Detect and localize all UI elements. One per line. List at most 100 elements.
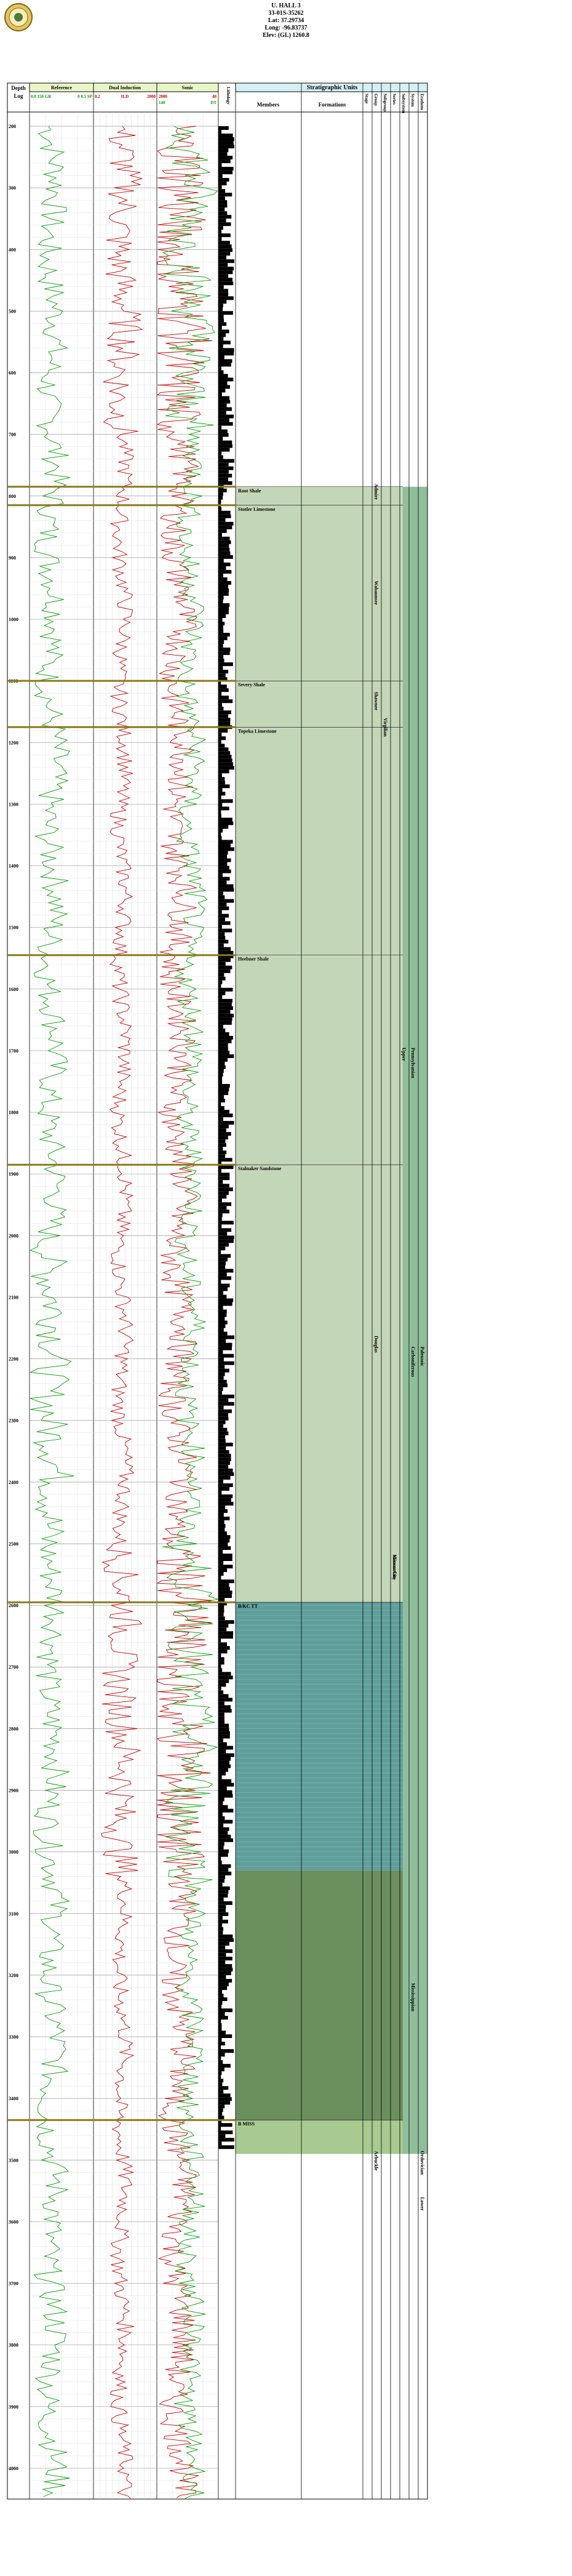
lithology-bar (218, 1768, 229, 1772)
lithology-bar (218, 991, 226, 995)
ind-scale-mid: ILD (121, 94, 129, 99)
lithology-bar (218, 580, 231, 585)
lithology-bar (218, 2034, 232, 2039)
lithology-bar (218, 758, 232, 763)
lithology-bar (218, 2090, 224, 2094)
lithology-bar (218, 2060, 223, 2064)
lithology-bar (218, 2093, 231, 2098)
member-label-1: Stotler Limestone (238, 507, 276, 512)
lithology-bar (218, 1683, 226, 1687)
lithology-bar (218, 1324, 226, 1328)
lithology-bar (218, 182, 227, 186)
lithology-bar (218, 1742, 227, 1746)
lithology-bar (218, 821, 234, 825)
lithology-bar (218, 1531, 228, 1535)
lithology-bar (218, 1269, 234, 1273)
lithology-bar (218, 1091, 229, 1096)
lithology-bar (218, 625, 223, 630)
lithology-bar (218, 1309, 227, 1314)
well-log-sheet: U. HALL 3 33-01S-35262 Lat: 37.29734 Lon… (0, 0, 572, 2576)
depth-tick-label: 2200 (9, 1357, 18, 1362)
lithology-bar (218, 640, 224, 644)
member-label-3: Topeka Limestone (238, 728, 277, 734)
group-label-2: Shawnee (373, 692, 379, 711)
member-label-5: Stalnaker Sandstone (238, 1166, 282, 1171)
lithology-bar (218, 1576, 221, 1580)
lithology-bar (218, 488, 227, 492)
lithology-bar (218, 551, 231, 555)
lithology-bar (218, 1790, 232, 1794)
lithology-bar (218, 1557, 232, 1562)
lithology-bar (218, 2127, 221, 2131)
lithology-bar (218, 329, 229, 334)
lithology-bar (218, 1661, 224, 1665)
lithology-bar (218, 744, 225, 748)
lithology-bar (218, 899, 234, 903)
lithology-bar (218, 684, 227, 689)
lithology-bar (218, 399, 231, 404)
lithology-bar (218, 755, 232, 759)
induction-header: Dual Induction (109, 85, 141, 90)
lithology-bar (218, 189, 226, 193)
member-label-2: Severy Shale (238, 682, 265, 688)
lithology-bar (218, 418, 229, 422)
lithology-bar (218, 692, 222, 696)
lithology-bar (218, 422, 233, 426)
lithology-bar (218, 2056, 221, 2061)
lithology-bar (218, 1624, 229, 1628)
lithology-bar (218, 1354, 234, 1358)
lithology-bar (218, 311, 233, 315)
lithology-bar (218, 1046, 228, 1051)
lithology-bar (218, 670, 229, 674)
lithology-bar (218, 348, 234, 352)
lithology-bar (218, 1627, 227, 1632)
lithology-bar (218, 281, 234, 286)
lithology-bar (218, 2045, 221, 2050)
lithology-bar (218, 1169, 221, 1173)
lithology-bar (218, 803, 223, 807)
lithology-bar (218, 230, 222, 234)
lithology-bar (218, 1272, 227, 1277)
lithology-bar (218, 337, 224, 341)
lithology-bar (218, 947, 231, 951)
lithology-bar (218, 207, 225, 212)
lithology-bar (218, 1483, 233, 1487)
lithology-bar (218, 2042, 225, 2046)
lithology-bar (218, 987, 233, 992)
lithology-bar (218, 514, 231, 518)
lithology-bar (218, 1949, 233, 1953)
lithology-bar (218, 433, 229, 437)
lithology-bar (218, 592, 229, 596)
lithology-bar (218, 1912, 229, 1916)
lithology-bar (218, 1143, 226, 1147)
lithology-bar (218, 884, 234, 888)
lithology-bar (218, 714, 229, 718)
lithology-bar (218, 1716, 224, 1720)
lithology-bar (218, 204, 228, 208)
lithology-bar (218, 1864, 231, 1868)
ind-scale-left: 0.2 (95, 94, 100, 99)
member-label-7: B MISS (238, 2121, 255, 2127)
lithology-bar (218, 873, 223, 877)
lithology-bar (218, 603, 230, 608)
lithology-bar (218, 1505, 226, 1509)
lithology-bar (218, 1331, 228, 1336)
lithology-bar (218, 1427, 228, 1432)
lithology-bar (218, 193, 232, 197)
lithology-bar (218, 388, 226, 393)
lithology-bar (218, 1941, 229, 1946)
lithology-bar (218, 2023, 222, 2028)
lithology-bar (218, 366, 221, 371)
lithology-bar (218, 2116, 224, 2120)
lithology-bar (218, 1679, 229, 1683)
lithology-bar (218, 1646, 230, 1650)
lithology-bar (218, 980, 223, 984)
lithology-bar (218, 1820, 233, 1824)
ref-scale-left: 0.0 150 GR (31, 94, 52, 99)
formations-header: Formations (319, 102, 346, 108)
depth-tick-label: 700 (9, 432, 16, 438)
lithology-bar (218, 1831, 228, 1835)
depth-tick-label: 2000 (9, 1233, 18, 1238)
lithology-bar (218, 1746, 233, 1750)
lithology-bar (218, 648, 231, 652)
